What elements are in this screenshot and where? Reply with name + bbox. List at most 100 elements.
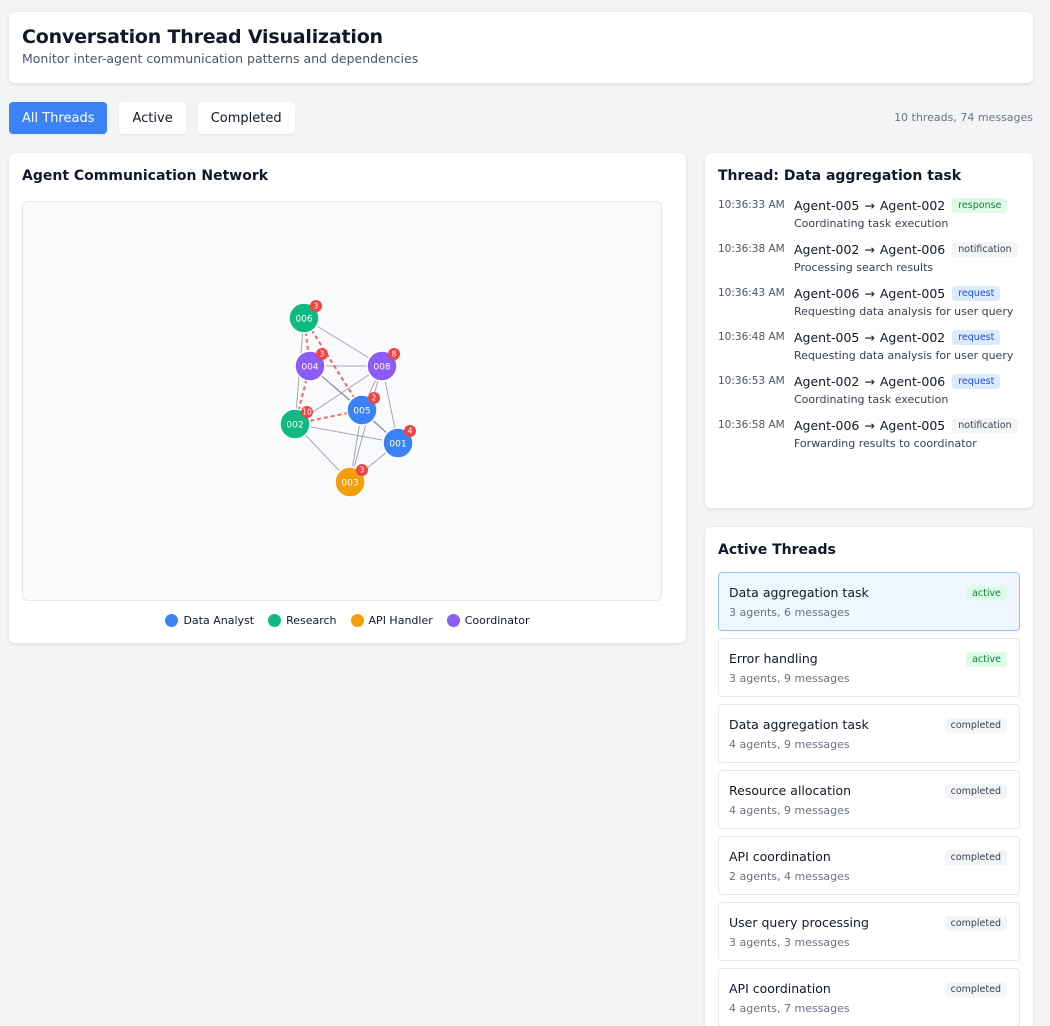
message-header: Agent-005 → Agent-002 response: [794, 198, 1020, 213]
message-item: 10:36:53 AM Agent-002 → Agent-006 request Coo…: [718, 374, 1020, 406]
legend-item-api-handler: API Handler: [350, 614, 433, 627]
message-body: Agent-005 → Agent-002 request Requesting dat…: [794, 330, 1020, 362]
arrow-right-icon: →: [864, 330, 875, 345]
legend-item-data-analyst: Data Analyst: [165, 614, 254, 627]
message-recipient: Agent-006: [879, 374, 946, 389]
message-body: Agent-006 → Agent-005 notification Forwardin…: [794, 418, 1020, 450]
thread-list-item[interactable]: User query processing 3 agents, 3 message…: [718, 902, 1020, 961]
thread-meta: 2 agents, 4 messages: [729, 870, 850, 883]
message-sender: Agent-002: [794, 374, 860, 389]
thread-list-item[interactable]: API coordination 2 agents, 4 messages comp…: [718, 836, 1020, 895]
message-sender: Agent-005: [794, 330, 860, 345]
agent-node-003[interactable]: 0033: [334, 464, 368, 498]
message-body: Agent-002 → Agent-006 request Coordinating t…: [794, 374, 1020, 406]
arrow-right-icon: →: [864, 374, 875, 389]
agent-node-001[interactable]: 0014: [382, 425, 416, 459]
message-time: 10:36:58 AM: [718, 419, 785, 431]
agent-node-label: 002: [286, 421, 303, 431]
agent-node-005[interactable]: 0052: [346, 392, 380, 426]
legend-dot-coordinator: [446, 614, 460, 627]
message-header: Agent-005 → Agent-002 request: [794, 330, 1020, 345]
agent-node-002[interactable]: 00210: [279, 406, 313, 440]
arrow-right-icon: →: [864, 198, 875, 213]
message-body: Agent-002 → Agent-006 notification Processin…: [794, 242, 1020, 274]
message-text: Coordinating task execution: [794, 393, 949, 406]
agent-node-008[interactable]: 0088: [366, 348, 400, 382]
thread-meta: 3 agents, 9 messages: [729, 672, 850, 685]
message-text: Coordinating task execution: [794, 217, 949, 230]
message-type-badge: notification: [952, 242, 1018, 257]
agent-node-badge-count: 8: [392, 350, 397, 359]
legend-dot-api-handler: [350, 614, 364, 627]
message-sender: Agent-005: [794, 198, 860, 213]
thread-status-badge: active: [966, 586, 1007, 601]
thread-list-item[interactable]: Data aggregation task 3 agents, 6 message…: [718, 572, 1020, 631]
legend-dot-data-analyst: [165, 614, 179, 627]
network-graph[interactable]: 006 3 004 3 008 8 005 2 002 10 001 4 003 3: [22, 201, 662, 601]
active-threads-panel: Active Threads Data aggregation task 3 ag…: [705, 527, 1033, 1026]
message-recipient: Agent-002: [879, 330, 946, 345]
legend-label: Data Analyst: [183, 614, 255, 627]
network-panel: Agent Communication Network 006 3 004 3 008 8…: [9, 153, 686, 643]
legend-label: Research: [286, 614, 337, 627]
agent-node-004[interactable]: 0043: [294, 348, 328, 382]
message-recipient: Agent-002: [879, 198, 946, 213]
message-item: 10:36:58 AM Agent-006 → Agent-005 notificati…: [718, 418, 1020, 450]
agent-node-label: 003: [341, 479, 358, 489]
filter-all-threads-button[interactable]: All Threads: [9, 102, 108, 134]
message-list: 10:36:33 AM Agent-005 → Agent-002 response Co…: [718, 198, 1020, 450]
thread-meta: 4 agents, 7 messages: [729, 1002, 850, 1015]
message-text: Requesting data analysis for user query: [794, 349, 1014, 362]
filter-active-button[interactable]: Active: [119, 102, 186, 134]
page-title: Conversation Thread Visualization: [22, 26, 383, 48]
network-legend: Data Analyst Research API Handler Coordi…: [9, 614, 686, 627]
thread-status-badge: completed: [944, 784, 1007, 799]
thread-meta: 3 agents, 6 messages: [729, 606, 850, 619]
message-item: 10:36:43 AM Agent-006 → Agent-005 request Req…: [718, 286, 1020, 318]
thread-status-badge: completed: [944, 916, 1007, 931]
message-header: Agent-006 → Agent-005 request: [794, 286, 1020, 301]
message-type-badge: response: [952, 198, 1008, 213]
message-header: Agent-002 → Agent-006 request: [794, 374, 1020, 389]
message-header: Agent-002 → Agent-006 notification: [794, 242, 1020, 257]
agent-node-badge-count: 3: [360, 466, 365, 475]
message-type-badge: request: [952, 286, 1001, 301]
message-text: Processing search results: [794, 261, 934, 274]
agent-node-badge-count: 3: [314, 302, 319, 311]
arrow-right-icon: →: [864, 286, 875, 301]
thread-status-badge: completed: [944, 850, 1007, 865]
legend-label: API Handler: [368, 614, 433, 627]
legend-item-research: Research: [268, 614, 337, 627]
agent-node-badge-count: 4: [408, 427, 413, 436]
message-text: Requesting data analysis for user query: [794, 305, 1014, 318]
message-item: 10:36:33 AM Agent-005 → Agent-002 response Co…: [718, 198, 1020, 230]
message-header: Agent-006 → Agent-005 notification: [794, 418, 1020, 433]
message-time: 10:36:43 AM: [718, 287, 785, 299]
message-time: 10:36:33 AM: [718, 199, 785, 211]
network-title: Agent Communication Network: [22, 168, 269, 184]
thread-status-badge: active: [966, 652, 1007, 667]
active-threads-title: Active Threads: [718, 542, 836, 558]
message-item: 10:36:38 AM Agent-002 → Agent-006 notificati…: [718, 242, 1020, 274]
thread-list-item[interactable]: Error handling 3 agents, 9 messages active: [718, 638, 1020, 697]
thread-list-item[interactable]: Resource allocation 4 agents, 9 messages c…: [718, 770, 1020, 829]
thread-meta: 4 agents, 9 messages: [729, 804, 850, 817]
message-type-badge: request: [952, 374, 1001, 389]
filter-completed-button[interactable]: Completed: [197, 102, 295, 134]
thread-status-badge: completed: [944, 718, 1007, 733]
agent-node-label: 006: [295, 315, 312, 325]
thread-list: Data aggregation task 3 agents, 6 message…: [718, 572, 1020, 1026]
message-recipient: Agent-006: [879, 242, 946, 257]
filter-bar: All Threads Active Completed: [9, 102, 295, 134]
message-type-badge: notification: [952, 418, 1018, 433]
message-sender: Agent-006: [794, 418, 860, 433]
legend-dot-research: [268, 614, 282, 627]
page-subtitle: Monitor inter-agent communication patter…: [22, 51, 419, 66]
legend-label: Coordinator: [464, 614, 530, 627]
message-item: 10:36:48 AM Agent-005 → Agent-002 request Req…: [718, 330, 1020, 362]
thread-list-item[interactable]: API coordination 4 agents, 7 messages comp…: [718, 968, 1020, 1026]
thread-meta: 4 agents, 9 messages: [729, 738, 850, 751]
agent-node-006[interactable]: 0063: [288, 300, 322, 334]
thread-list-item[interactable]: Data aggregation task 4 agents, 9 message…: [718, 704, 1020, 763]
agent-node-label: 001: [389, 440, 406, 450]
